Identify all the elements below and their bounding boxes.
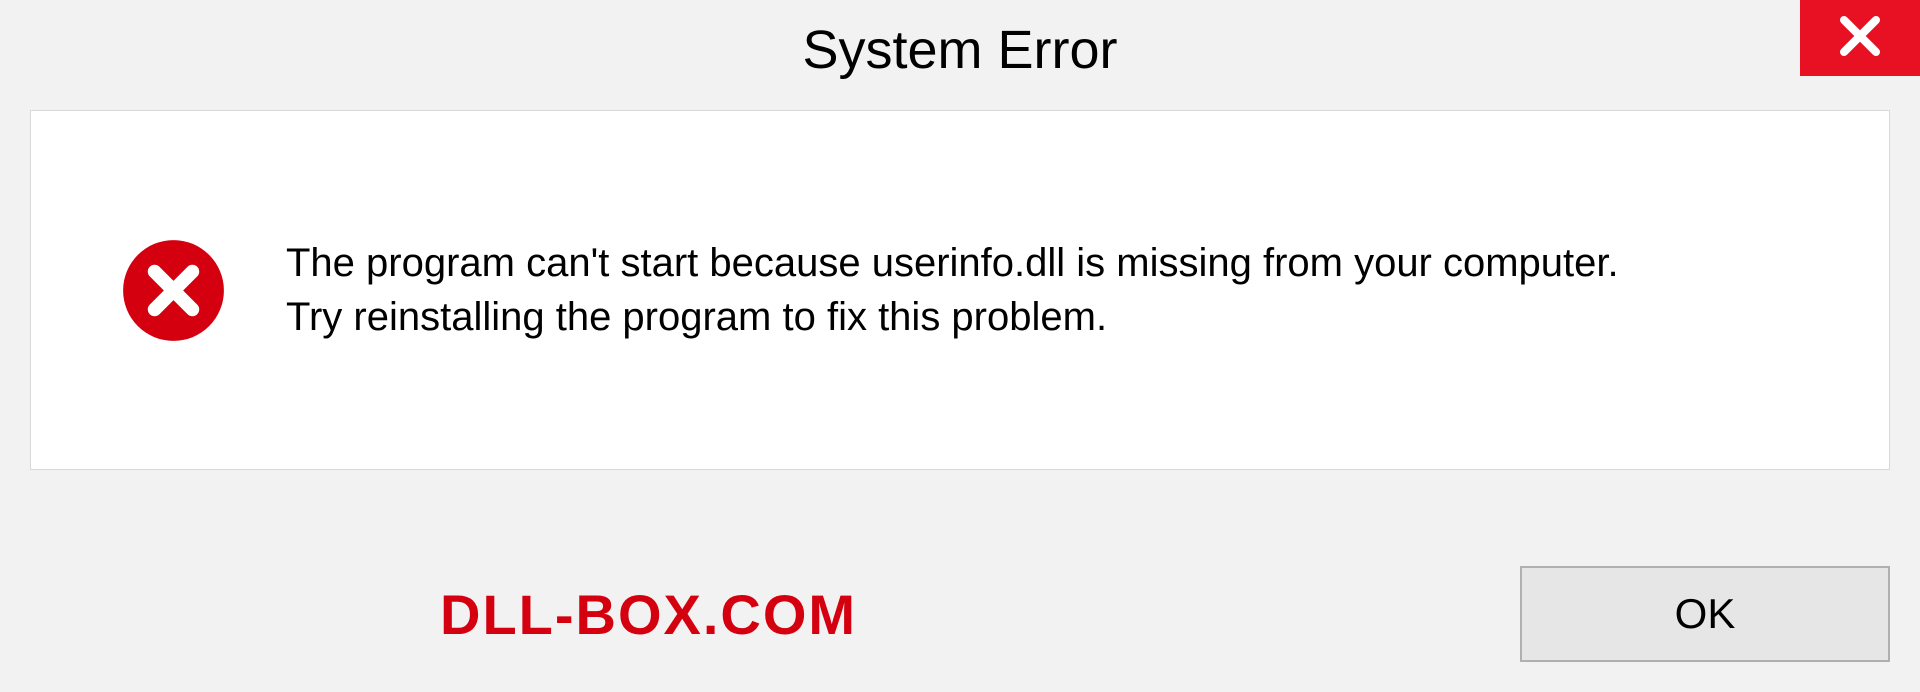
- content-panel: The program can't start because userinfo…: [30, 110, 1890, 470]
- watermark-text: DLL-BOX.COM: [440, 582, 857, 647]
- close-button[interactable]: [1800, 0, 1920, 76]
- message-line-1: The program can't start because userinfo…: [286, 236, 1619, 290]
- footer-area: DLL-BOX.COM OK: [30, 566, 1890, 662]
- error-message: The program can't start because userinfo…: [286, 236, 1619, 344]
- close-icon: [1836, 12, 1884, 65]
- dialog-title: System Error: [802, 19, 1117, 81]
- title-bar: System Error: [0, 0, 1920, 100]
- ok-button[interactable]: OK: [1520, 566, 1890, 662]
- error-icon: [121, 238, 226, 343]
- message-line-2: Try reinstalling the program to fix this…: [286, 290, 1619, 344]
